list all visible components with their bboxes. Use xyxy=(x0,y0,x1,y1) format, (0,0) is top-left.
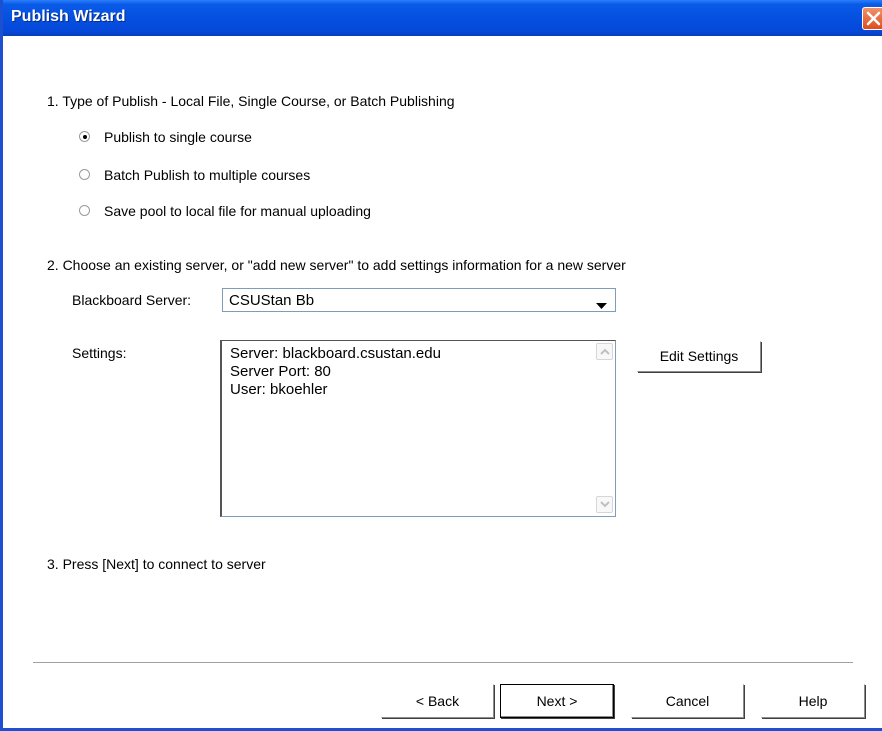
step3-heading: 3. Press [Next] to connect to server xyxy=(47,556,266,572)
settings-scrollbar[interactable] xyxy=(596,343,614,513)
edit-settings-button[interactable]: Edit Settings xyxy=(637,341,761,372)
divider xyxy=(33,662,853,664)
help-button[interactable]: Help xyxy=(761,684,865,718)
settings-content: Server: blackboard.csustan.edu Server Po… xyxy=(230,345,441,399)
close-icon xyxy=(866,11,881,26)
radio-label: Publish to single course xyxy=(104,129,252,145)
radio-label: Batch Publish to multiple courses xyxy=(104,167,311,183)
step2-heading: 2. Choose an existing server, or "add ne… xyxy=(47,257,626,273)
step1-heading: 1. Type of Publish - Local File, Single … xyxy=(47,93,455,109)
next-button[interactable]: Next > xyxy=(500,684,614,718)
radio-button[interactable] xyxy=(79,131,90,142)
settings-line: User: bkoehler xyxy=(230,381,328,398)
settings-line: Server Port: 80 xyxy=(230,363,331,380)
scroll-up-button[interactable] xyxy=(596,343,613,360)
settings-textarea[interactable]: Server: blackboard.csustan.edu Server Po… xyxy=(220,340,616,517)
window-title: Publish Wizard xyxy=(11,8,126,25)
radio-label: Save pool to local file for manual uploa… xyxy=(104,203,371,219)
settings-label: Settings: xyxy=(72,345,127,361)
close-button[interactable] xyxy=(862,7,882,30)
chevron-up-icon xyxy=(600,348,610,355)
cancel-button[interactable]: Cancel xyxy=(631,684,744,718)
dropdown-arrow-icon[interactable] xyxy=(596,297,607,313)
publish-wizard-window: Publish Wizard 1. Type of Publish - Loca… xyxy=(0,0,882,731)
back-button[interactable]: < Back xyxy=(381,684,494,718)
chevron-down-icon xyxy=(600,501,610,508)
server-label: Blackboard Server: xyxy=(72,292,192,308)
server-select-value: CSUStan Bb xyxy=(229,292,315,309)
settings-line: Server: blackboard.csustan.edu xyxy=(230,345,441,362)
radio-button[interactable] xyxy=(79,205,90,216)
server-select[interactable]: CSUStan Bb xyxy=(222,288,616,312)
radio-button[interactable] xyxy=(79,169,90,180)
scroll-down-button[interactable] xyxy=(596,496,613,513)
title-bar[interactable]: Publish Wizard xyxy=(3,0,882,36)
